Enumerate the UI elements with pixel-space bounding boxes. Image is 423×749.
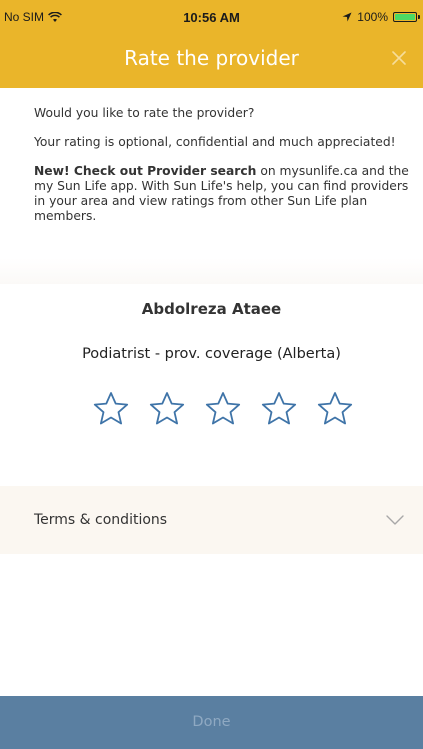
star-3-icon[interactable] [204,390,242,428]
battery-icon [393,12,420,22]
section-divider [0,258,423,284]
location-arrow-icon [342,12,352,22]
star-2-icon[interactable] [148,390,186,428]
provider-name: Abdolreza Ataee [141,300,282,318]
terms-accordion[interactable]: Terms & conditions [0,486,423,554]
header-bar: No SIM 10:56 AM 100% Rate the provider [0,0,423,88]
star-rating [92,390,354,430]
terms-label: Terms & conditions [34,512,168,528]
star-4-icon[interactable] [260,390,298,428]
done-button[interactable]: Done [0,696,423,749]
status-battery: 100% [342,10,420,24]
intro-text: Would you like to rate the provider? You… [34,106,412,224]
provider-search-note: New! Check out Provider search on mysunl… [34,164,412,224]
close-icon [392,51,406,65]
optional-note: Your rating is optional, confidential an… [34,135,396,149]
star-1-icon[interactable] [92,390,130,428]
battery-level [395,14,415,20]
close-button[interactable] [387,46,411,70]
done-label: Done [192,714,231,730]
title-row: Rate the provider [0,42,423,82]
battery-percent: 100% [357,10,388,24]
rate-question: Would you like to rate the provider? [34,106,255,120]
star-5-icon[interactable] [316,390,354,428]
new-label: New! Check out Provider search [34,164,257,178]
chevron-down-icon [386,515,404,525]
page-title: Rate the provider [124,46,299,70]
provider-type: Podiatrist - prov. coverage (Alberta) [82,346,341,362]
status-bar: No SIM 10:56 AM 100% [0,0,423,32]
